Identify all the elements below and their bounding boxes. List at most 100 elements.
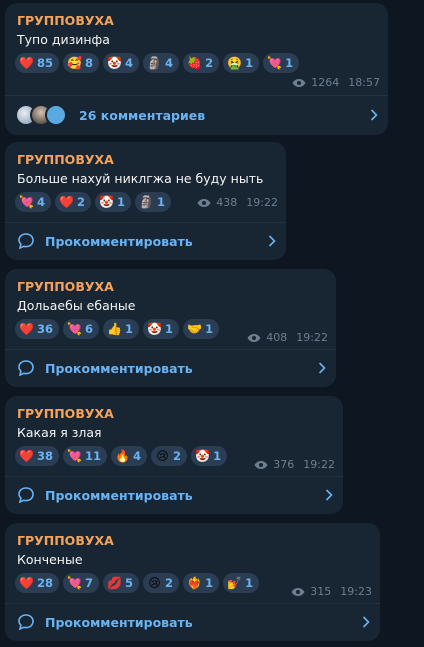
message-meta: 315 19:23	[291, 585, 372, 598]
comment-label: Прокомментировать	[45, 233, 193, 249]
reaction-pill[interactable]: 🥰 8	[63, 53, 100, 73]
message-5: ГРУППОВУХА Конченые ❤️ 28 💘 7 💋 5 😢 2 ❤️‍🔥 1 …	[5, 523, 380, 641]
reaction-pill[interactable]: 🤡 1	[95, 192, 132, 212]
comment-label: Прокомментировать	[45, 487, 193, 503]
reaction-count: 36	[37, 322, 54, 336]
message-text: Какая я злая	[17, 425, 102, 440]
reaction-pill[interactable]: 😢 2	[151, 446, 188, 466]
view-count: 408	[266, 331, 288, 344]
message-1: ГРУППОВУХА Тупо дизинфа ❤️ 85 🥰 8 🤡 4 🗿 4 🍓 2…	[5, 3, 388, 135]
reaction-pill[interactable]: 🤡 1	[191, 446, 228, 466]
reaction-pill[interactable]: 🗿 1	[135, 192, 172, 212]
sender-name[interactable]: ГРУППОВУХА	[17, 406, 114, 421]
message-meta: 408 19:22	[247, 331, 328, 344]
reaction-pill[interactable]: 💘 1	[263, 53, 300, 73]
reaction-count: 4	[165, 56, 174, 70]
eye-icon	[292, 78, 306, 87]
chevron-right-icon	[362, 616, 370, 628]
reactions: ❤️ 85 🥰 8 🤡 4 🗿 4 🍓 2 🤮 1 💘 1	[15, 53, 300, 73]
reaction-count: 1	[157, 195, 166, 209]
reaction-pill[interactable]: ❤️ 28	[15, 573, 60, 593]
reaction-pill[interactable]: 💘 11	[63, 446, 108, 466]
reaction-count: 11	[85, 449, 102, 463]
comments-button[interactable]: 26 комментариев	[5, 97, 388, 133]
reaction-emoji-icon: 💘	[67, 322, 82, 336]
reaction-emoji-icon: 💘	[67, 576, 82, 590]
sender-name[interactable]: ГРУППОВУХА	[17, 279, 114, 294]
reaction-count: 1	[245, 576, 254, 590]
reaction-count: 1	[245, 56, 254, 70]
eye-icon	[254, 460, 268, 469]
sender-name[interactable]: ГРУППОВУХА	[17, 152, 114, 167]
reaction-count: 38	[37, 449, 54, 463]
divider	[5, 95, 388, 96]
reaction-pill[interactable]: 🤡 4	[103, 53, 140, 73]
chevron-right-icon	[325, 489, 333, 501]
reaction-pill[interactable]: ❤️ 38	[15, 446, 60, 466]
reaction-emoji-icon: 💘	[19, 195, 34, 209]
reaction-pill[interactable]: ❤️‍🔥 1	[183, 573, 220, 593]
reaction-pill[interactable]: 🔥 4	[111, 446, 148, 466]
comment-bubble-icon	[18, 614, 34, 631]
reaction-pill[interactable]: 🤮 1	[223, 53, 260, 73]
message-text: Больше нахуй никлгжа не буду ныть	[17, 171, 264, 186]
view-count: 438	[216, 196, 238, 209]
reaction-emoji-icon: ❤️	[19, 449, 34, 463]
reaction-pill[interactable]: 💋 5	[103, 573, 140, 593]
reaction-count: 1	[125, 322, 134, 336]
message-time: 19:22	[296, 331, 328, 344]
reaction-pill[interactable]: 🍓 2	[183, 53, 220, 73]
reaction-count: 1	[205, 322, 214, 336]
sender-name[interactable]: ГРУППОВУХА	[17, 533, 114, 548]
comments-count-label: 26 комментариев	[79, 107, 206, 123]
reaction-pill[interactable]: 🤝 1	[183, 319, 220, 339]
reaction-pill[interactable]: 💅 1	[223, 573, 260, 593]
message-time: 19:22	[246, 196, 278, 209]
comment-button[interactable]: Прокомментировать	[5, 350, 336, 386]
reaction-pill[interactable]: 🗿 4	[143, 53, 180, 73]
reactions: ❤️ 28 💘 7 💋 5 😢 2 ❤️‍🔥 1 💅 1	[15, 573, 260, 593]
avatar	[45, 104, 67, 126]
reaction-emoji-icon: 🤝	[187, 322, 203, 336]
reaction-pill[interactable]: 💘 6	[63, 319, 100, 339]
reaction-pill[interactable]: 💘 4	[15, 192, 52, 212]
comment-button[interactable]: Прокомментировать	[5, 604, 380, 640]
reaction-emoji-icon: 💋	[107, 576, 123, 590]
sender-name[interactable]: ГРУППОВУХА	[17, 13, 114, 28]
reaction-count: 2	[165, 576, 174, 590]
reaction-emoji-icon: 😢	[156, 449, 169, 463]
chevron-right-icon	[318, 362, 326, 374]
reaction-pill[interactable]: 👍 1	[103, 319, 140, 339]
comment-button[interactable]: Прокомментировать	[5, 477, 343, 513]
reaction-emoji-icon: 😢	[148, 576, 161, 590]
reaction-emoji-icon: 💘	[267, 56, 283, 70]
reaction-count: 2	[77, 195, 86, 209]
chevron-right-icon	[370, 109, 378, 121]
reaction-emoji-icon: 🍓	[187, 56, 203, 70]
reactions: 💘 4 ❤️ 2 🤡 1 🗿 1	[15, 192, 172, 212]
message-3: ГРУППОВУХА Дольаебы ебаные ❤️ 36 💘 6 👍 1 🤡 1…	[5, 269, 336, 387]
message-4: ГРУППОВУХА Какая я злая ❤️ 38 💘 11 🔥 4 😢 2 🤡…	[5, 396, 343, 514]
view-count: 376	[273, 458, 295, 471]
reaction-emoji-icon: 💘	[67, 449, 82, 463]
reaction-emoji-icon: ❤️‍🔥	[187, 576, 203, 590]
reaction-pill[interactable]: ❤️ 2	[55, 192, 92, 212]
reaction-count: 85	[37, 56, 54, 70]
message-2: ГРУППОВУХА Больше нахуй никлгжа не буду …	[5, 142, 286, 260]
reaction-pill[interactable]: ❤️ 36	[15, 319, 60, 339]
reaction-count: 2	[173, 449, 182, 463]
message-text: Тупо дизинфа	[17, 32, 110, 47]
reaction-pill[interactable]: ❤️ 85	[15, 53, 60, 73]
reaction-pill[interactable]: 😢 2	[143, 573, 180, 593]
reaction-count: 28	[37, 576, 54, 590]
comment-label: Прокомментировать	[45, 614, 193, 630]
reaction-count: 4	[133, 449, 142, 463]
reaction-count: 1	[213, 449, 222, 463]
comment-button[interactable]: Прокомментировать	[5, 223, 286, 259]
reaction-pill[interactable]: 💘 7	[63, 573, 100, 593]
reaction-emoji-icon: 👍	[107, 322, 123, 336]
reaction-count: 1	[117, 195, 126, 209]
eye-icon	[291, 587, 305, 596]
chevron-right-icon	[268, 235, 276, 247]
reaction-pill[interactable]: 🤡 1	[143, 319, 180, 339]
